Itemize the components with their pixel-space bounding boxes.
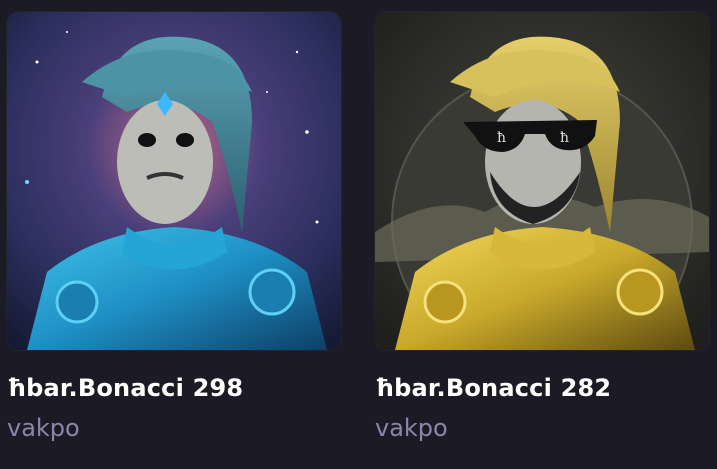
nft-thumbnail[interactable]: [7, 12, 341, 350]
nft-card[interactable]: ħbar.Bonacci 298 vakpo: [7, 0, 347, 442]
svg-text:ħ: ħ: [560, 130, 569, 146]
teal-knight-portrait-icon: [7, 12, 341, 350]
gold-knight-portrait-icon: ħ ħ: [375, 12, 709, 350]
nft-title[interactable]: ħbar.Bonacci 282: [375, 374, 715, 402]
nft-thumbnail[interactable]: ħ ħ: [375, 12, 709, 350]
nft-grid: ħbar.Bonacci 298 vakpo ħ ħ ħbar.Bonacci …: [0, 0, 717, 469]
creator-name[interactable]: vakpo: [375, 414, 715, 442]
creator-name[interactable]: vakpo: [7, 414, 347, 442]
nft-title[interactable]: ħbar.Bonacci 298: [7, 374, 347, 402]
svg-text:ħ: ħ: [497, 130, 506, 146]
nft-card[interactable]: ħ ħ ħbar.Bonacci 282 vakpo: [375, 0, 715, 442]
